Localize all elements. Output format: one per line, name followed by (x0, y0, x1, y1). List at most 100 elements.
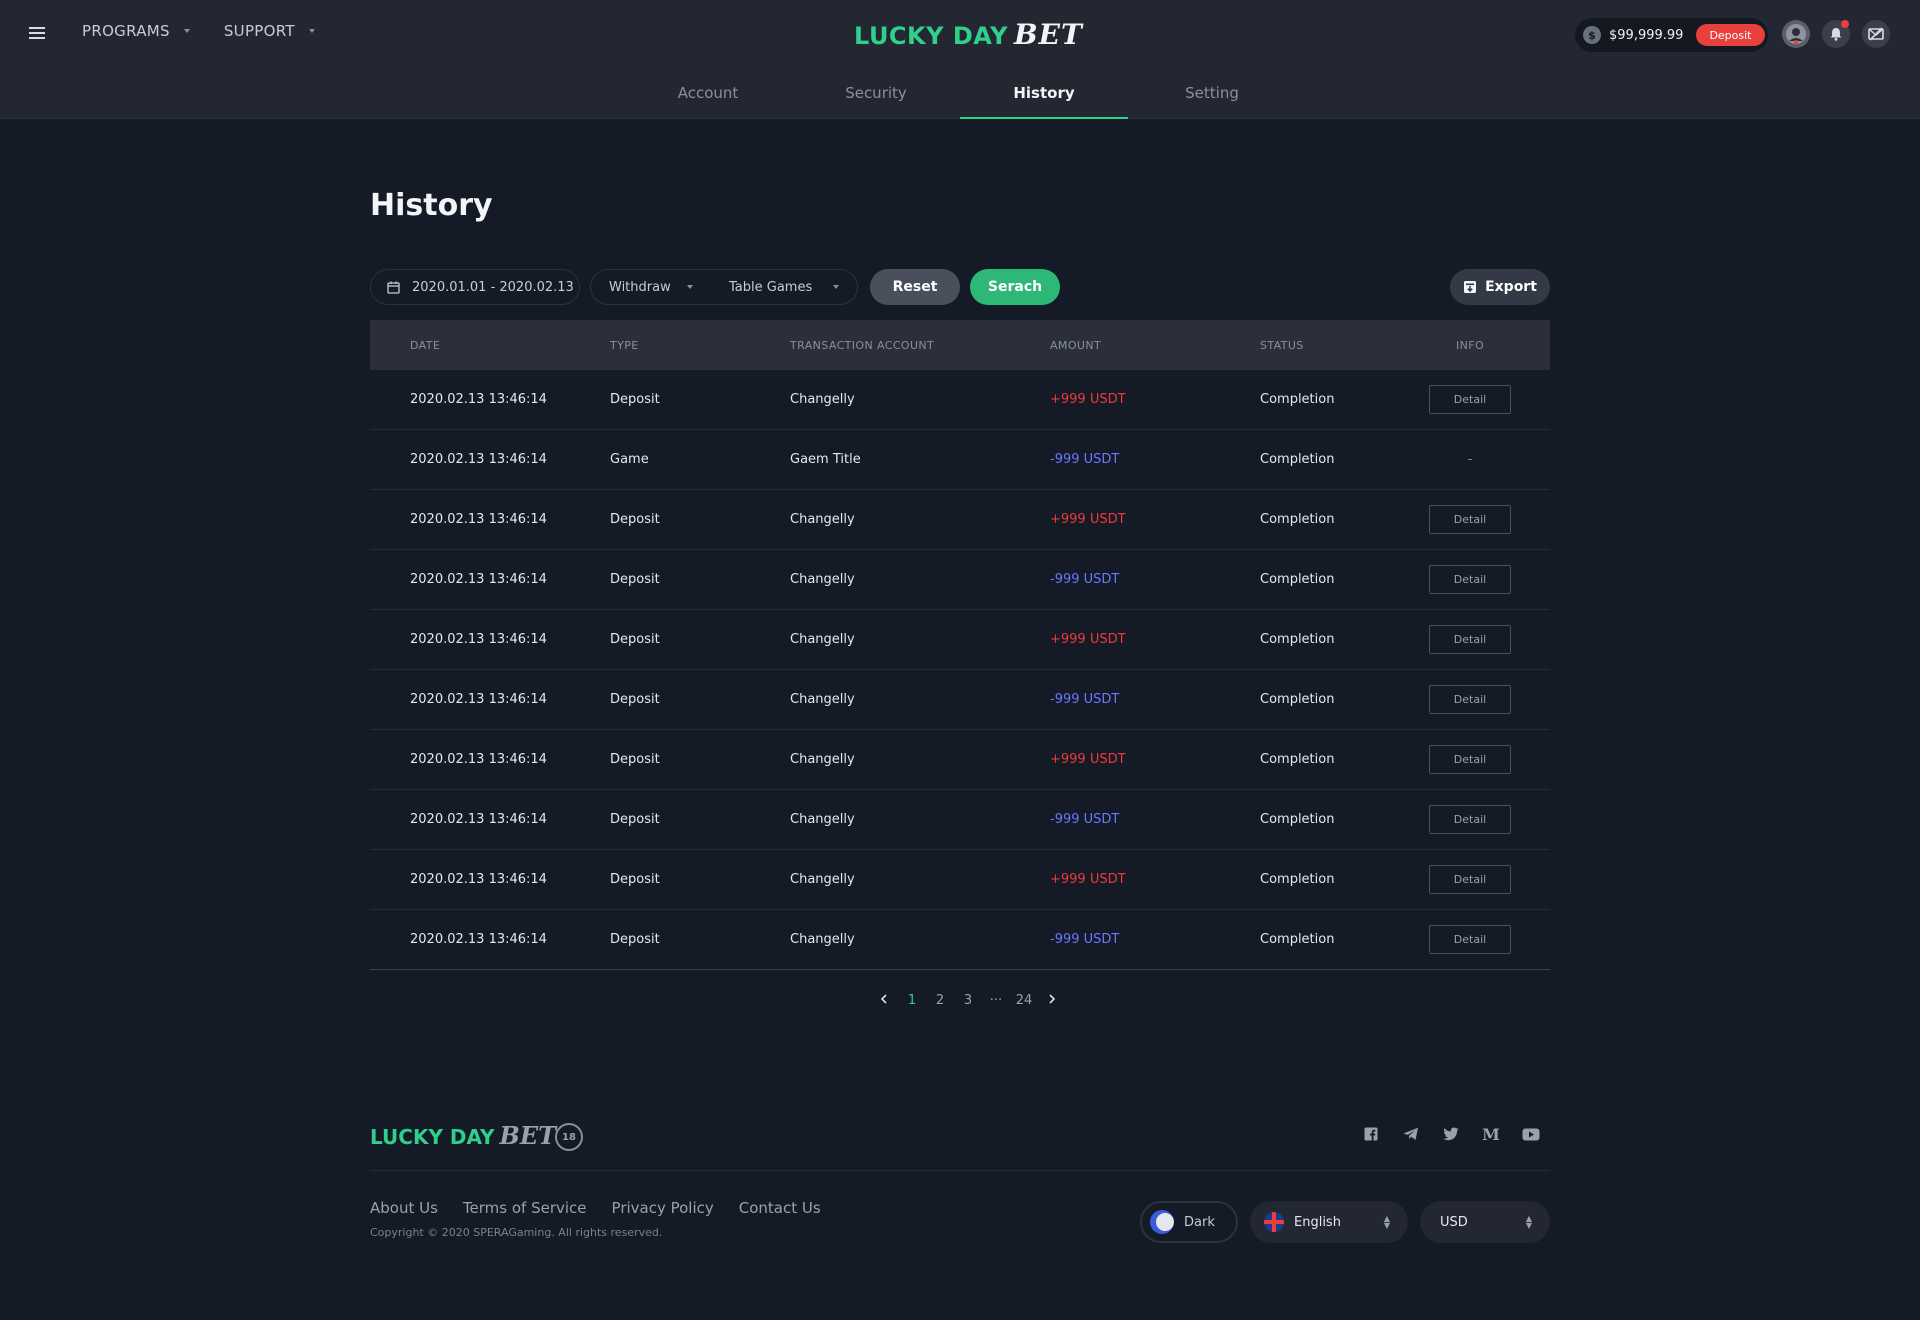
row-amount: +999 USDT (1050, 632, 1126, 647)
medium-icon[interactable]: M (1482, 1125, 1500, 1144)
calendar-icon (387, 281, 400, 294)
top-header: PROGRAMS SUPPORT LUCKY DAY BET $ $99,999… (0, 0, 1920, 119)
nav-programs[interactable]: PROGRAMS (82, 22, 190, 40)
row-amount: -999 USDT (1050, 932, 1120, 947)
col-status: STATUS (1260, 338, 1304, 352)
twitter-icon[interactable] (1442, 1125, 1460, 1143)
footer-logo[interactable]: LUCKY DAY BET (370, 1121, 556, 1150)
row-info: Detail (1390, 625, 1550, 654)
detail-button[interactable]: Detail (1429, 685, 1511, 714)
detail-button[interactable]: Detail (1429, 625, 1511, 654)
row-amount: +999 USDT (1050, 512, 1126, 527)
row-type: Deposit (610, 932, 660, 947)
tab-history[interactable]: History (960, 70, 1128, 119)
page-title: History (370, 188, 493, 223)
row-account: Changelly (790, 632, 855, 647)
col-amount: AMOUNT (1050, 338, 1102, 352)
type-select[interactable]: Withdraw (591, 280, 711, 295)
logo-word1: LUCKY DAY (854, 22, 1008, 50)
row-date: 2020.02.13 13:46:14 (410, 812, 547, 827)
row-status: Completion (1260, 872, 1335, 887)
detail-button[interactable]: Detail (1429, 925, 1511, 954)
table-row: 2020.02.13 13:46:14 Deposit Changelly +999 … (370, 730, 1550, 790)
row-account: Changelly (790, 872, 855, 887)
export-button[interactable]: Export (1450, 269, 1550, 305)
avatar[interactable] (1782, 20, 1810, 48)
privacy-link[interactable]: Privacy Policy (612, 1199, 714, 1217)
next-page-button[interactable] (1038, 993, 1066, 1008)
detail-button[interactable]: Detail (1429, 745, 1511, 774)
brand-logo[interactable]: LUCKY DAY BET (854, 18, 1083, 51)
currency-select[interactable]: USD ▲ ▼ (1420, 1201, 1550, 1243)
detail-button[interactable]: Detail (1429, 505, 1511, 534)
row-account: Changelly (790, 692, 855, 707)
row-date: 2020.02.13 13:46:14 (410, 572, 547, 587)
nav-programs-label: PROGRAMS (82, 22, 170, 40)
row-status: Completion (1260, 692, 1335, 707)
nav-support-label: SUPPORT (223, 22, 295, 40)
menu-icon[interactable] (29, 27, 45, 41)
nav-support[interactable]: SUPPORT (224, 22, 315, 40)
row-amount: -999 USDT (1050, 572, 1120, 587)
tab-setting[interactable]: Setting (1128, 70, 1296, 119)
page-ellipsis: ··· (989, 993, 1003, 1008)
page-1[interactable]: 1 (898, 993, 926, 1008)
user-avatar-icon (1786, 24, 1806, 44)
table-row: 2020.02.13 13:46:14 Deposit Changelly -999 … (370, 910, 1550, 970)
category-select-value: Table Games (729, 279, 813, 295)
table-body: 2020.02.13 13:46:14 Deposit Changelly +999 … (370, 370, 1550, 970)
page-3[interactable]: 3 (954, 993, 982, 1008)
terms-link[interactable]: Terms of Service (463, 1199, 587, 1217)
table-row: 2020.02.13 13:46:14 Game Gaem Title -999 US… (370, 430, 1550, 490)
updown-arrows-icon: ▲ ▼ (1525, 1214, 1532, 1230)
footer-logo-word2: BET (499, 1121, 556, 1150)
detail-button[interactable]: Detail (1429, 385, 1511, 414)
date-range-picker[interactable]: 2020.01.01 - 2020.02.13 (370, 269, 580, 305)
reset-button[interactable]: Reset (870, 269, 960, 305)
row-date: 2020.02.13 13:46:14 (410, 392, 547, 407)
notification-button[interactable] (1822, 20, 1850, 48)
facebook-icon[interactable] (1362, 1125, 1380, 1143)
detail-button[interactable]: Detail (1429, 865, 1511, 894)
telegram-icon[interactable] (1402, 1125, 1420, 1143)
row-date: 2020.02.13 13:46:14 (410, 752, 547, 767)
chevron-down-icon (833, 285, 839, 289)
row-date: 2020.02.13 13:46:14 (410, 452, 547, 467)
search-button[interactable]: Serach (970, 269, 1060, 305)
contact-link[interactable]: Contact Us (739, 1199, 821, 1217)
category-select[interactable]: Table Games (711, 280, 857, 295)
row-date: 2020.02.13 13:46:14 (410, 872, 547, 887)
tab-account[interactable]: Account (624, 70, 792, 119)
footer-links: About Us Terms of Service Privacy Policy… (370, 1199, 821, 1217)
notification-dot (1841, 20, 1849, 28)
table-row: 2020.02.13 13:46:14 Deposit Changelly -999 … (370, 550, 1550, 610)
table-row: 2020.02.13 13:46:14 Deposit Changelly -999 … (370, 670, 1550, 730)
row-account: Gaem Title (790, 452, 861, 467)
message-button[interactable] (1862, 20, 1890, 48)
page-24[interactable]: 24 (1010, 993, 1038, 1008)
language-select[interactable]: English ▲ ▼ (1250, 1201, 1408, 1243)
dollar-coin-icon: $ (1583, 26, 1601, 44)
row-type: Deposit (610, 872, 660, 887)
table-header: DATE TYPE TRANSACTION ACCOUNT AMOUNT STA… (370, 320, 1550, 370)
detail-button[interactable]: Detail (1429, 565, 1511, 594)
theme-toggle[interactable]: Dark (1140, 1201, 1238, 1243)
deposit-button[interactable]: Deposit (1696, 24, 1765, 46)
theme-label: Dark (1184, 1214, 1215, 1230)
row-amount: -999 USDT (1050, 452, 1120, 467)
uk-flag-icon (1264, 1212, 1284, 1232)
prev-page-button[interactable] (870, 993, 898, 1008)
bell-icon (1830, 28, 1842, 41)
top-nav: PROGRAMS SUPPORT (82, 22, 315, 40)
youtube-icon[interactable] (1522, 1125, 1540, 1143)
row-date: 2020.02.13 13:46:14 (410, 692, 547, 707)
page-2[interactable]: 2 (926, 993, 954, 1008)
footer-logo-word1: LUCKY DAY (370, 1125, 495, 1149)
detail-button[interactable]: Detail (1429, 805, 1511, 834)
tab-security[interactable]: Security (792, 70, 960, 119)
about-us-link[interactable]: About Us (370, 1199, 438, 1217)
row-status: Completion (1260, 632, 1335, 647)
row-type: Deposit (610, 572, 660, 587)
info-empty: - (1467, 452, 1473, 467)
chevron-down-icon (183, 29, 190, 33)
